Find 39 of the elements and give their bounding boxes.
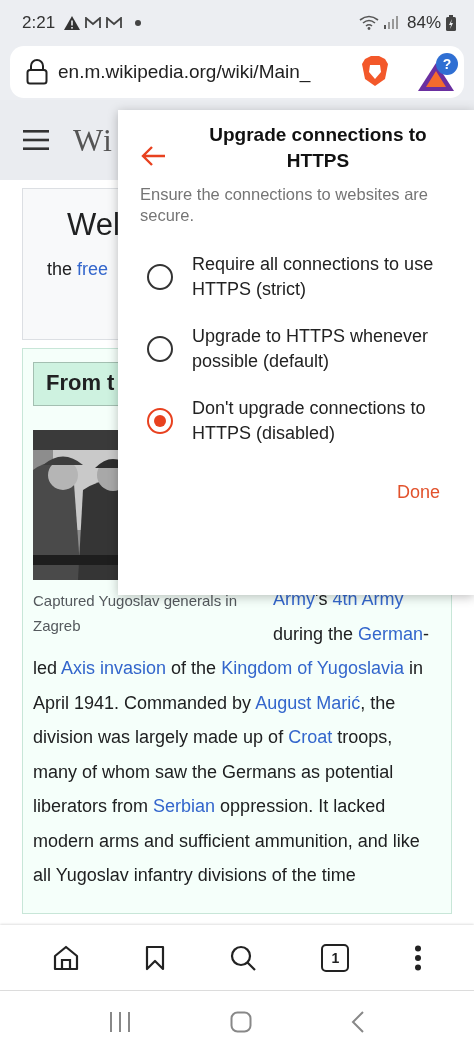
status-time: 2:21 — [22, 12, 56, 33]
home-button-icon[interactable] — [230, 1011, 252, 1033]
welcome-link[interactable]: free — [77, 259, 109, 279]
site-logo[interactable]: Wi — [73, 121, 113, 159]
article-link[interactable]: Axis invasion — [61, 658, 167, 678]
tabs-button[interactable]: 1 — [321, 943, 350, 972]
article-link[interactable]: of Yugoslavia — [297, 658, 404, 678]
home-icon[interactable] — [52, 943, 81, 972]
article-link[interactable]: German — [358, 623, 424, 644]
shield-icon[interactable] — [361, 55, 389, 87]
mail-icon — [85, 16, 102, 29]
radio-button[interactable] — [147, 336, 173, 362]
warning-icon — [64, 15, 81, 30]
bookmark-icon[interactable] — [144, 944, 165, 971]
article-link[interactable]: Croat — [288, 727, 333, 747]
wifi-icon — [358, 15, 379, 30]
signal-icon — [383, 16, 398, 29]
recent-apps-icon[interactable] — [109, 1011, 132, 1033]
radio-button[interactable] — [147, 408, 173, 434]
battery-icon — [446, 14, 456, 31]
back-icon[interactable] — [350, 1011, 365, 1033]
option-label[interactable]: Require all connections to use HTTPS (strict) — [192, 252, 442, 302]
article-link[interactable]: Serbian — [153, 796, 216, 816]
dialog-description: Ensure the connections to websites are secure. — [140, 184, 429, 226]
more-icon[interactable] — [413, 944, 422, 971]
radio-button[interactable] — [147, 264, 173, 290]
menu-icon[interactable] — [23, 130, 49, 150]
back-arrow-icon[interactable] — [140, 145, 166, 167]
done-button[interactable]: Done — [380, 476, 456, 509]
article-link[interactable]: Kingdom — [221, 658, 298, 678]
lock-icon — [26, 58, 48, 85]
mail-icon — [106, 16, 123, 29]
dialog-title: Upgrade connections to HTTPS — [208, 123, 428, 173]
notification-dot-icon — [135, 19, 142, 26]
article-link[interactable]: August Marić — [255, 692, 361, 713]
search-icon[interactable] — [228, 943, 257, 972]
image-caption: Captured Yugoslav generals in Zagreb — [33, 591, 239, 636]
welcome-heading: Wel — [67, 207, 120, 243]
battery-level: 84% — [406, 12, 441, 33]
